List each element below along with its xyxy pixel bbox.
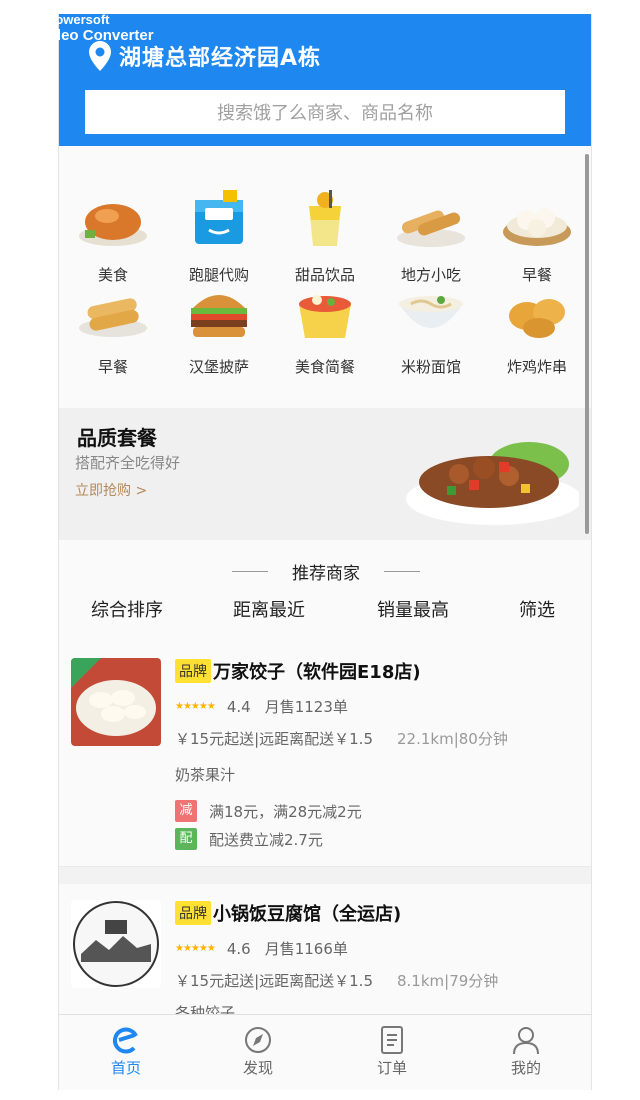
address-text: 湖塘总部经济园A栋 <box>119 46 322 71</box>
category-label: 汉堡披萨 <box>188 358 249 376</box>
fried-chicken-icon <box>509 299 565 338</box>
delivery-fee: ￥15元起送|远距离配送￥1.5 22.1km|80分钟 <box>175 728 508 749</box>
recommend-header: 推荐商家 <box>59 554 591 588</box>
sort-distance[interactable]: 距离最近 <box>233 596 305 622</box>
burger-icon <box>191 295 247 337</box>
banner-buy-link[interactable]: 立即抢购 > <box>75 480 147 500</box>
roast-chicken-icon <box>79 204 147 246</box>
promo-discount: 减 满18元，满28元减2元 <box>175 800 362 822</box>
bread-rolls-icon <box>79 298 147 337</box>
order-list-icon <box>381 1026 403 1054</box>
banner-subtitle: 搭配齐全吃得好 <box>75 454 181 472</box>
compass-icon <box>245 1027 271 1053</box>
noodle-bowl-icon <box>399 296 463 328</box>
shop-thumbnail <box>71 658 161 746</box>
location-pin-icon <box>89 41 111 71</box>
delivery-fee: ￥15元起送|远距离配送￥1.5 8.1km|79分钟 <box>175 970 498 991</box>
monthly-sales: 月售1166单 <box>264 940 348 958</box>
category-item[interactable]: 甜品饮品 <box>273 182 377 284</box>
category-label: 美食简餐 <box>294 358 355 376</box>
category-item[interactable]: 炸鸡炸串 <box>485 274 589 376</box>
monthly-sales: 月售1123单 <box>264 698 348 716</box>
tab-label: 首页 <box>110 1059 141 1077</box>
home-e-icon <box>112 1027 138 1054</box>
app-screen: 湖塘总部经济园A栋 搜索饿了么商家、商品名称 美食 跑腿代购 甜品饮品 地方小吃… <box>58 14 592 1090</box>
star-rating-icon: ★★★★★ <box>175 701 216 712</box>
discount-icon: 减 <box>175 800 197 822</box>
tab-orders[interactable]: 订单 <box>357 1025 427 1078</box>
shop-divider <box>59 866 591 884</box>
shop-name: 品牌 小锅饭豆腐馆（全运店) <box>175 900 401 926</box>
user-icon <box>513 1027 539 1055</box>
brand-badge: 品牌 <box>175 659 211 683</box>
promo-banner[interactable]: 品质套餐 搭配齐全吃得好 立即抢购 > <box>59 408 591 540</box>
address-selector[interactable]: 湖塘总部经济园A栋 <box>89 40 321 72</box>
search-placeholder: 搜索饿了么商家、商品名称 <box>217 103 433 124</box>
tab-label: 我的 <box>510 1059 541 1077</box>
watermark-line2: Video Converter <box>38 27 154 44</box>
watermark-line1: Apowersoft <box>38 12 110 27</box>
shop-card[interactable]: 品牌 万家饺子（软件园E18店) ★★★★★ 4.4 月售1123单 ￥15元起… <box>59 650 591 864</box>
dumpling-basket-icon <box>503 208 571 246</box>
spring-roll-icon <box>397 210 465 247</box>
category-label: 炸鸡炸串 <box>506 358 567 376</box>
shop-rating: ★★★★★ 4.4 月售1123单 <box>175 696 348 717</box>
divider-line <box>384 570 420 572</box>
distance-time: 22.1km|80分钟 <box>397 730 508 748</box>
shop-tags: 奶茶果汁 <box>175 766 236 784</box>
category-item[interactable]: 美食 <box>61 182 165 284</box>
fee-text: ￥15元起送|远距离配送￥1.5 <box>175 730 373 748</box>
fee-text: ￥15元起送|远距离配送￥1.5 <box>175 972 373 990</box>
category-item[interactable]: 美食简餐 <box>273 274 377 376</box>
watermark: Apowersoft Video Converter <box>4 12 154 44</box>
kebab-dish-image <box>406 442 579 525</box>
bottom-tab-bar: 首页 发现 订单 我的 <box>59 1014 591 1090</box>
category-label: 米粉面馆 <box>400 358 461 376</box>
category-label: 早餐 <box>97 358 128 376</box>
shop-name: 品牌 万家饺子（软件园E18店) <box>175 658 421 684</box>
rating-score: 4.6 <box>226 939 251 958</box>
category-item[interactable]: 跑腿代购 <box>167 182 271 284</box>
category-item[interactable]: 米粉面馆 <box>379 274 483 376</box>
sort-bar: 综合排序 距离最近 销量最高 筛选 <box>59 596 591 632</box>
promo-text: 配送费立减2.7元 <box>209 830 323 849</box>
sort-filter[interactable]: 筛选 <box>519 596 555 622</box>
star-rating-icon: ★★★★★ <box>175 943 216 954</box>
tab-mine[interactable]: 我的 <box>491 1025 561 1078</box>
distance-time: 8.1km|79分钟 <box>397 972 499 990</box>
category-grid: 美食 跑腿代购 甜品饮品 地方小吃 早餐 早餐 汉堡披萨 美食简餐 米粉面馆 炸… <box>59 174 591 384</box>
shop-name-text: 万家饺子（软件园E18店) <box>213 662 421 683</box>
shop-rating: ★★★★★ 4.6 月售1166单 <box>175 938 348 959</box>
category-item[interactable]: 早餐 <box>61 274 165 376</box>
sort-sales[interactable]: 销量最高 <box>377 596 449 622</box>
category-item[interactable]: 地方小吃 <box>379 182 483 284</box>
recommend-title: 推荐商家 <box>292 563 360 584</box>
promo-delivery: 配 配送费立减2.7元 <box>175 828 323 850</box>
divider-line <box>232 570 268 572</box>
tab-label: 发现 <box>242 1059 273 1077</box>
tab-label: 订单 <box>376 1059 407 1077</box>
scrollbar[interactable] <box>585 154 589 534</box>
watermark-logo-icon <box>4 12 34 42</box>
lunch-box-icon <box>299 295 351 338</box>
delivery-icon: 配 <box>175 828 197 850</box>
promo-text: 满18元，满28元减2元 <box>209 802 362 821</box>
tab-discover[interactable]: 发现 <box>223 1025 293 1078</box>
sort-comprehensive[interactable]: 综合排序 <box>91 596 163 622</box>
search-input[interactable]: 搜索饿了么商家、商品名称 <box>85 90 565 134</box>
brand-badge: 品牌 <box>175 901 211 925</box>
drink-cup-icon <box>309 190 341 246</box>
category-item[interactable]: 早餐 <box>485 182 589 284</box>
shop-thumbnail <box>71 900 161 988</box>
rating-score: 4.4 <box>226 697 251 716</box>
category-item[interactable]: 汉堡披萨 <box>167 274 271 376</box>
shop-name-text: 小锅饭豆腐馆（全运店) <box>213 904 402 925</box>
banner-title: 品质套餐 <box>77 426 157 450</box>
delivery-box-icon <box>195 190 243 244</box>
tab-home[interactable]: 首页 <box>91 1025 161 1078</box>
shop-card[interactable]: 品牌 小锅饭豆腐馆（全运店) ★★★★★ 4.6 月售1166单 ￥15元起送|… <box>59 890 591 1022</box>
